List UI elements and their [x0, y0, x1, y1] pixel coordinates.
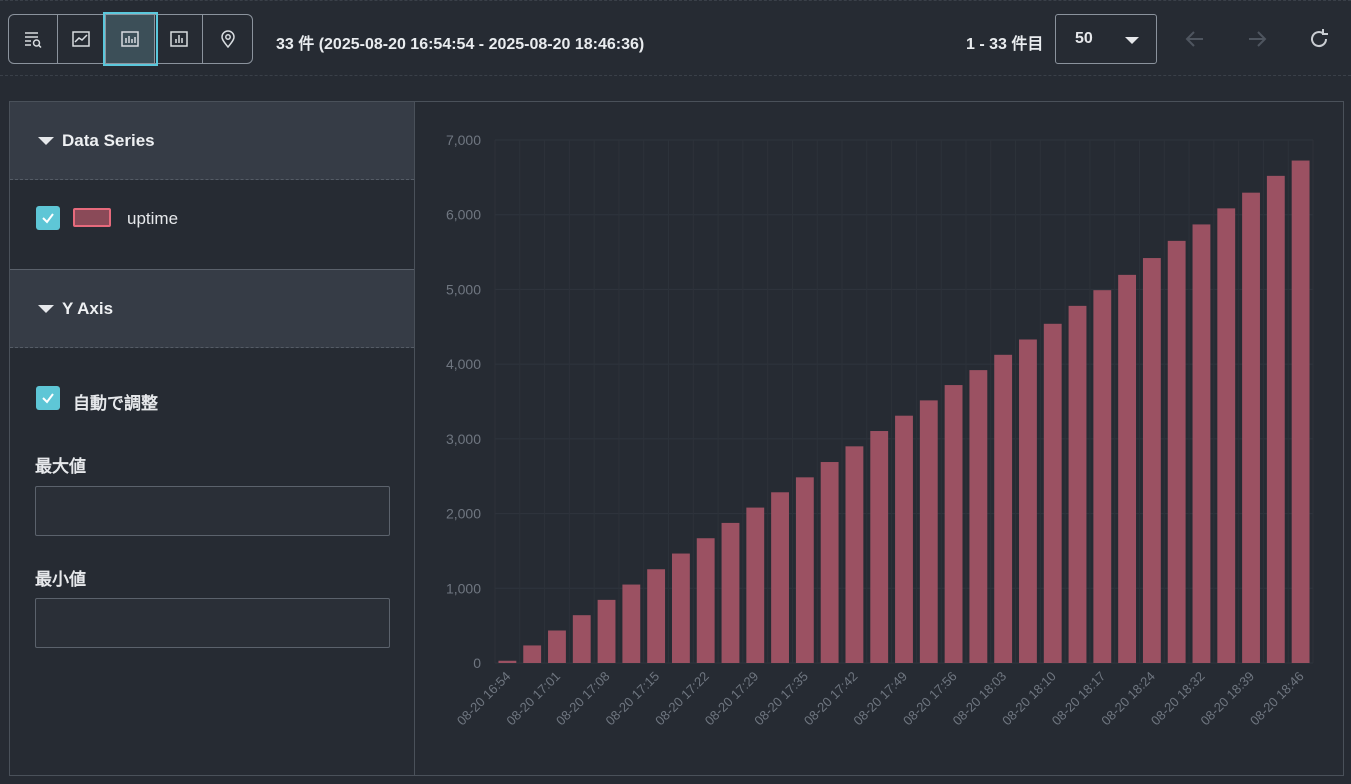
y-tick-label: 3,000	[446, 431, 481, 447]
bar[interactable]	[1019, 339, 1037, 663]
view-mode-group	[8, 12, 253, 66]
line-chart-view-button[interactable]	[58, 15, 107, 63]
bar-chart-icon	[121, 31, 139, 47]
bar[interactable]	[647, 569, 666, 663]
y-tick-label: 5,000	[446, 281, 481, 297]
column-chart-icon	[169, 31, 188, 47]
bar[interactable]	[895, 415, 913, 663]
settings-panel: Data Series uptime Y Axis 自動で調整 最大値 最小値	[9, 101, 415, 776]
bar[interactable]	[622, 584, 641, 663]
y-tick-label: 7,000	[446, 132, 481, 148]
next-page-button[interactable]	[1245, 27, 1269, 51]
bar[interactable]	[721, 522, 740, 663]
bar[interactable]	[1266, 175, 1285, 663]
bar[interactable]	[1142, 258, 1161, 663]
bar[interactable]	[523, 645, 542, 663]
bar[interactable]	[548, 630, 566, 663]
column-chart-view-button[interactable]	[155, 15, 204, 63]
max-value-input[interactable]	[35, 486, 390, 536]
bar[interactable]	[870, 431, 889, 663]
bar[interactable]	[671, 553, 690, 663]
toolbar: 33 件 (2025-08-20 16:54:54 - 2025-08-20 1…	[0, 0, 1351, 76]
line-chart-icon	[72, 31, 91, 47]
bar-chart-view-button[interactable]	[103, 12, 158, 66]
y-tick-label: 6,000	[446, 207, 481, 223]
arrow-right-icon	[1249, 31, 1267, 47]
checkmark-icon	[42, 393, 54, 404]
y-tick-label: 4,000	[446, 356, 481, 372]
bar[interactable]	[1192, 224, 1211, 664]
data-series-header[interactable]: Data Series	[10, 102, 414, 180]
map-view-button[interactable]	[203, 15, 252, 63]
x-tick-label: 08-20 18:46	[1247, 669, 1307, 729]
y-tick-label: 1,000	[446, 580, 481, 596]
bar[interactable]	[1068, 305, 1087, 663]
caret-down-icon	[38, 136, 54, 145]
y-axis-header[interactable]: Y Axis	[10, 270, 414, 348]
series-label: uptime	[127, 209, 179, 228]
caret-down-icon	[38, 304, 54, 313]
bar[interactable]	[572, 615, 591, 663]
page-range-label: 1 - 33 件目	[966, 36, 1044, 53]
checkmark-icon	[42, 213, 54, 224]
bar[interactable]	[1291, 160, 1310, 663]
bar[interactable]	[994, 354, 1013, 663]
bar[interactable]	[845, 446, 864, 663]
table-view-button[interactable]	[9, 15, 58, 63]
y-axis-title: Y Axis	[62, 298, 114, 318]
bar[interactable]	[1167, 240, 1186, 663]
bar[interactable]	[1242, 192, 1260, 663]
arrow-left-icon	[1185, 31, 1203, 47]
page-size-value: 50	[1075, 30, 1093, 47]
bar[interactable]	[919, 400, 938, 663]
autoscale-label: 自動で調整	[73, 394, 158, 413]
refresh-button[interactable]	[1307, 27, 1331, 51]
result-summary: 33 件 (2025-08-20 16:54:54 - 2025-08-20 1…	[276, 36, 645, 53]
chart-canvas: 0 1,000 2,000 3,000 4,000 5,000 6,000 7,000 08-2…	[446, 132, 1314, 729]
page-size-select[interactable]: 50	[1055, 14, 1157, 64]
bar[interactable]	[795, 477, 814, 663]
y-tick-label: 0	[473, 655, 481, 671]
bar[interactable]	[746, 507, 765, 663]
bar[interactable]	[696, 538, 715, 663]
max-value-label: 最大値	[35, 457, 86, 476]
prev-page-button[interactable]	[1183, 27, 1207, 51]
table-search-icon	[24, 32, 42, 49]
series-color-swatch[interactable]	[73, 208, 111, 227]
data-series-title: Data Series	[62, 130, 155, 150]
bar[interactable]	[944, 385, 963, 663]
bar[interactable]	[1217, 208, 1236, 663]
min-value-input[interactable]	[35, 598, 390, 648]
autoscale-checkbox[interactable]	[36, 386, 60, 410]
bar[interactable]	[1093, 290, 1112, 663]
bar[interactable]	[771, 492, 789, 663]
bar[interactable]	[820, 462, 839, 663]
min-value-label: 最小値	[35, 570, 86, 589]
y-tick-label: 2,000	[446, 506, 481, 522]
series-uptime-checkbox[interactable]	[36, 206, 60, 230]
refresh-icon	[1311, 29, 1328, 48]
chevron-down-icon	[1125, 37, 1139, 44]
bar[interactable]	[1118, 274, 1137, 663]
bar[interactable]	[498, 660, 517, 663]
bar[interactable]	[969, 370, 988, 663]
bar[interactable]	[597, 599, 616, 663]
map-pin-icon	[220, 30, 235, 49]
bar-chart: 0 1,000 2,000 3,000 4,000 5,000 6,000 7,000 08-2…	[415, 101, 1344, 776]
bar[interactable]	[1043, 323, 1062, 663]
